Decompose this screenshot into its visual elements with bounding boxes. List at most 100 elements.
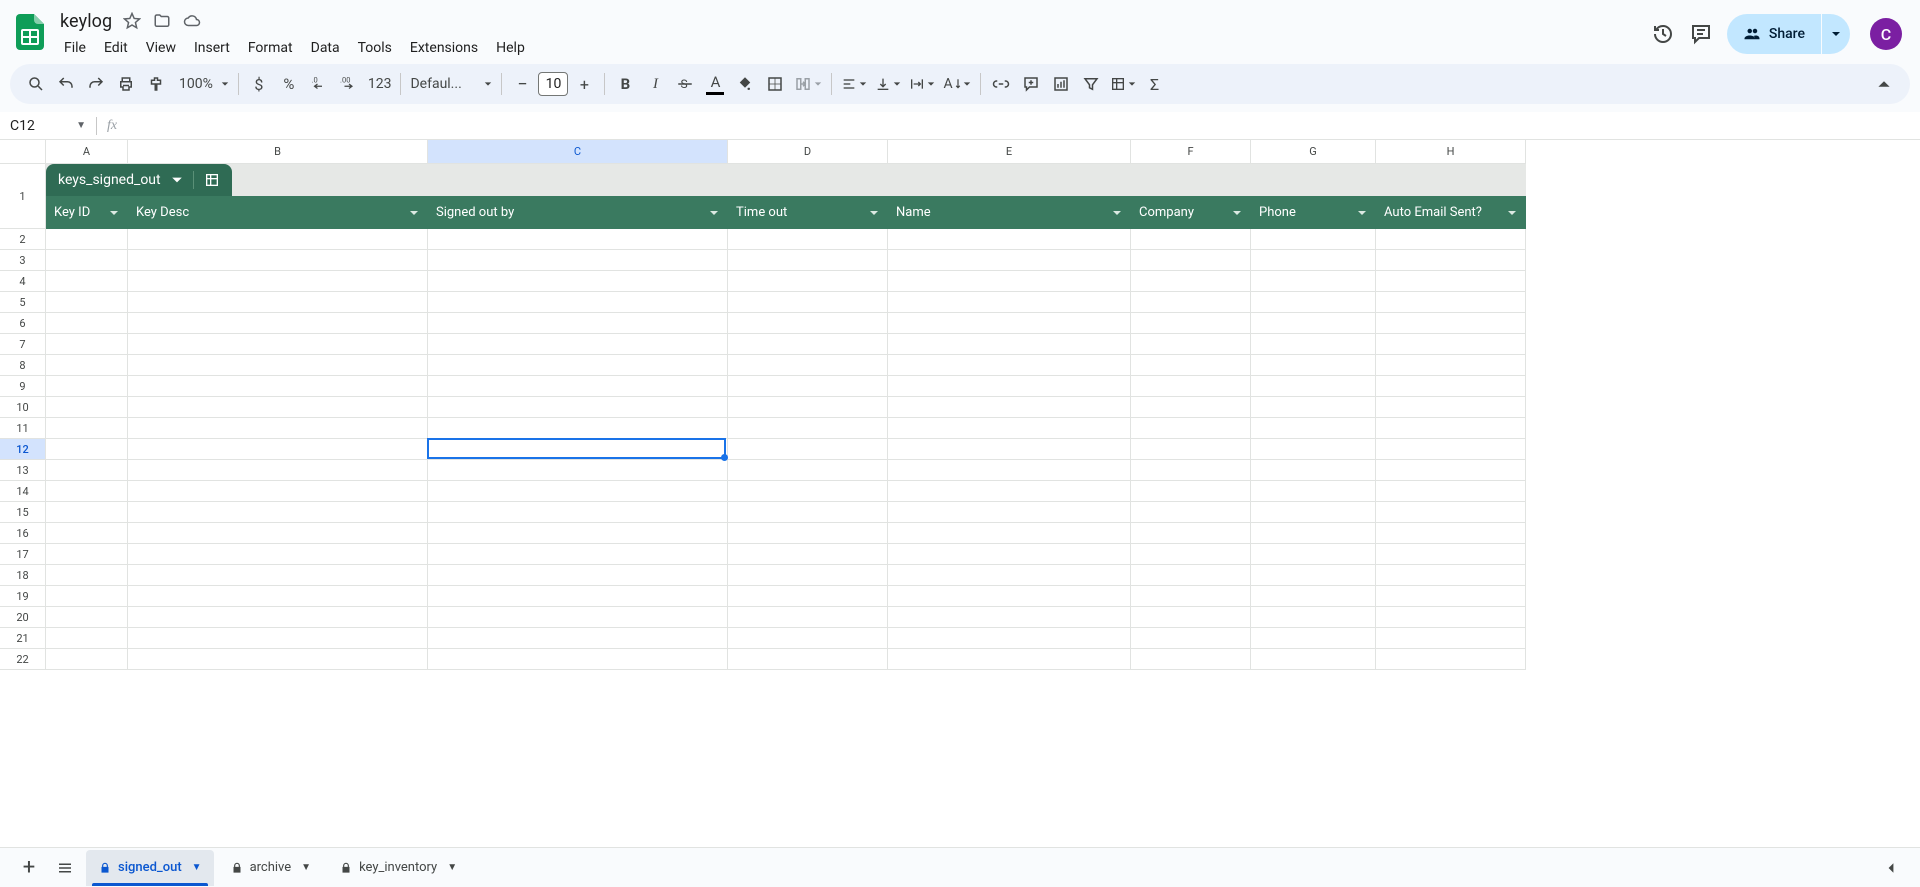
- cell[interactable]: [888, 460, 1131, 481]
- cell[interactable]: [888, 607, 1131, 628]
- cell[interactable]: [1251, 376, 1376, 397]
- cell[interactable]: [128, 250, 428, 271]
- menu-help[interactable]: Help: [488, 36, 533, 60]
- menu-extensions[interactable]: Extensions: [402, 36, 486, 60]
- cell[interactable]: [428, 334, 728, 355]
- font-family-dropdown[interactable]: Defaul...: [407, 70, 495, 98]
- cell[interactable]: [728, 376, 888, 397]
- cell[interactable]: [1131, 649, 1251, 670]
- name-box[interactable]: C12▼: [0, 112, 96, 139]
- cell[interactable]: [128, 628, 428, 649]
- cell[interactable]: [128, 313, 428, 334]
- table-header-auto-email-sent-[interactable]: Auto Email Sent?: [1376, 196, 1526, 229]
- row-header-14[interactable]: 14: [0, 481, 46, 502]
- menu-tools[interactable]: Tools: [350, 36, 400, 60]
- cell[interactable]: [888, 418, 1131, 439]
- scroll-sheets-left-icon[interactable]: [1876, 853, 1906, 883]
- menu-file[interactable]: File: [56, 36, 94, 60]
- cell[interactable]: [1251, 586, 1376, 607]
- cell[interactable]: [1376, 502, 1526, 523]
- cell[interactable]: [428, 544, 728, 565]
- row-header-9[interactable]: 9: [0, 376, 46, 397]
- italic-icon[interactable]: I: [641, 70, 669, 98]
- cell[interactable]: [128, 649, 428, 670]
- cell[interactable]: [46, 334, 128, 355]
- cell[interactable]: [46, 607, 128, 628]
- cell[interactable]: [888, 397, 1131, 418]
- cell[interactable]: [428, 481, 728, 502]
- cell[interactable]: [128, 397, 428, 418]
- document-title[interactable]: keylog: [60, 11, 112, 32]
- cell[interactable]: [728, 460, 888, 481]
- cell[interactable]: [128, 502, 428, 523]
- comments-icon[interactable]: [1689, 22, 1713, 46]
- cell[interactable]: [428, 439, 728, 460]
- cell[interactable]: [1376, 481, 1526, 502]
- filter-icon[interactable]: [1077, 70, 1105, 98]
- cell[interactable]: [46, 628, 128, 649]
- cell[interactable]: [1376, 565, 1526, 586]
- cell[interactable]: [1251, 418, 1376, 439]
- zoom-dropdown[interactable]: 100%: [172, 70, 232, 98]
- cell[interactable]: [1131, 418, 1251, 439]
- cell[interactable]: [728, 628, 888, 649]
- cell[interactable]: [1131, 460, 1251, 481]
- cell[interactable]: [128, 523, 428, 544]
- paint-format-icon[interactable]: [142, 70, 170, 98]
- cell[interactable]: [428, 250, 728, 271]
- cell[interactable]: [1131, 376, 1251, 397]
- table-view-icon[interactable]: [204, 172, 220, 188]
- cell[interactable]: [1251, 565, 1376, 586]
- cell[interactable]: [728, 649, 888, 670]
- cell[interactable]: [1251, 250, 1376, 271]
- cell[interactable]: [128, 271, 428, 292]
- row-header-20[interactable]: 20: [0, 607, 46, 628]
- cell[interactable]: [1251, 628, 1376, 649]
- print-icon[interactable]: [112, 70, 140, 98]
- menu-insert[interactable]: Insert: [186, 36, 238, 60]
- cell[interactable]: [728, 355, 888, 376]
- cell[interactable]: [1376, 313, 1526, 334]
- cell[interactable]: [428, 649, 728, 670]
- cell[interactable]: [728, 439, 888, 460]
- vertical-align-icon[interactable]: [872, 70, 904, 98]
- cell[interactable]: [1376, 544, 1526, 565]
- cell[interactable]: [428, 355, 728, 376]
- cell[interactable]: [888, 313, 1131, 334]
- cell[interactable]: [1131, 313, 1251, 334]
- cell[interactable]: [1251, 439, 1376, 460]
- cell[interactable]: [428, 292, 728, 313]
- cloud-status-icon[interactable]: [182, 11, 202, 31]
- cell[interactable]: [46, 292, 128, 313]
- row-header-2[interactable]: 2: [0, 229, 46, 250]
- decrease-font-icon[interactable]: −: [508, 70, 536, 98]
- text-wrap-icon[interactable]: [906, 70, 938, 98]
- cell[interactable]: [728, 250, 888, 271]
- row-header-5[interactable]: 5: [0, 292, 46, 313]
- cell[interactable]: [1376, 418, 1526, 439]
- cell[interactable]: [128, 481, 428, 502]
- cell[interactable]: [46, 586, 128, 607]
- decrease-decimal-icon[interactable]: .0: [305, 70, 333, 98]
- table-header-phone[interactable]: Phone: [1251, 196, 1376, 229]
- cell[interactable]: [46, 376, 128, 397]
- cell[interactable]: [1376, 586, 1526, 607]
- cell[interactable]: [888, 355, 1131, 376]
- account-avatar[interactable]: C: [1870, 18, 1902, 50]
- cell[interactable]: [888, 523, 1131, 544]
- cell[interactable]: [728, 586, 888, 607]
- column-header-G[interactable]: G: [1251, 140, 1376, 163]
- row-header-18[interactable]: 18: [0, 565, 46, 586]
- table-header-key-id[interactable]: Key ID: [46, 196, 128, 229]
- cell[interactable]: [1376, 607, 1526, 628]
- cell[interactable]: [428, 523, 728, 544]
- row-header-1[interactable]: 1: [0, 164, 46, 229]
- cell[interactable]: [728, 397, 888, 418]
- cell[interactable]: [728, 418, 888, 439]
- functions-icon[interactable]: Σ: [1141, 70, 1169, 98]
- cell[interactable]: [1251, 544, 1376, 565]
- cell[interactable]: [1251, 355, 1376, 376]
- cell[interactable]: [1131, 334, 1251, 355]
- cell[interactable]: [888, 565, 1131, 586]
- row-header-21[interactable]: 21: [0, 628, 46, 649]
